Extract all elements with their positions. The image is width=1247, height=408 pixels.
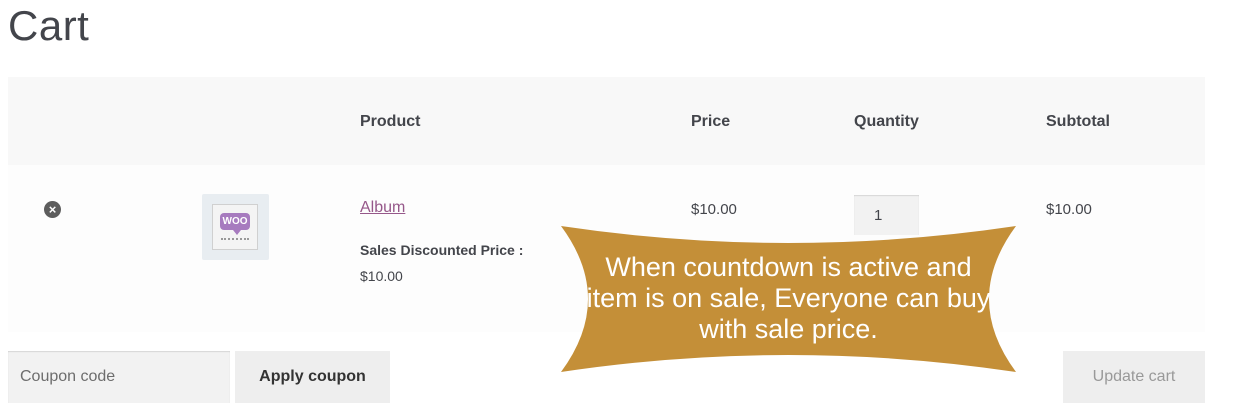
sales-discount-label: Sales Discounted Price : [360, 242, 524, 258]
coupon-code-input[interactable] [8, 351, 230, 403]
sales-discount-value: $10.00 [360, 268, 403, 284]
thumbnail-frame: WOO [212, 204, 258, 250]
page-title: Cart [8, 2, 90, 49]
header-subtotal: Subtotal [1046, 113, 1110, 130]
thumbnail-decoration [221, 238, 249, 243]
product-name-link[interactable]: Album [360, 199, 405, 217]
update-cart-button[interactable]: Update cart [1063, 351, 1205, 403]
price-cell: $10.00 [691, 201, 737, 218]
product-thumbnail[interactable]: WOO [202, 194, 269, 260]
close-circle-icon[interactable]: × [44, 201, 61, 218]
apply-coupon-button[interactable]: Apply coupon [235, 351, 390, 403]
header-price: Price [691, 113, 731, 130]
callout-text: When countdown is active and item is on … [586, 252, 991, 344]
header-quantity: Quantity [854, 113, 919, 130]
table-header: Product Price Quantity Subtotal [8, 77, 1205, 165]
header-product: Product [360, 113, 421, 130]
subtotal-cell: $10.00 [1046, 201, 1092, 218]
woo-logo-icon: WOO [220, 213, 250, 235]
sale-callout-banner: When countdown is active and item is on … [557, 222, 1020, 376]
